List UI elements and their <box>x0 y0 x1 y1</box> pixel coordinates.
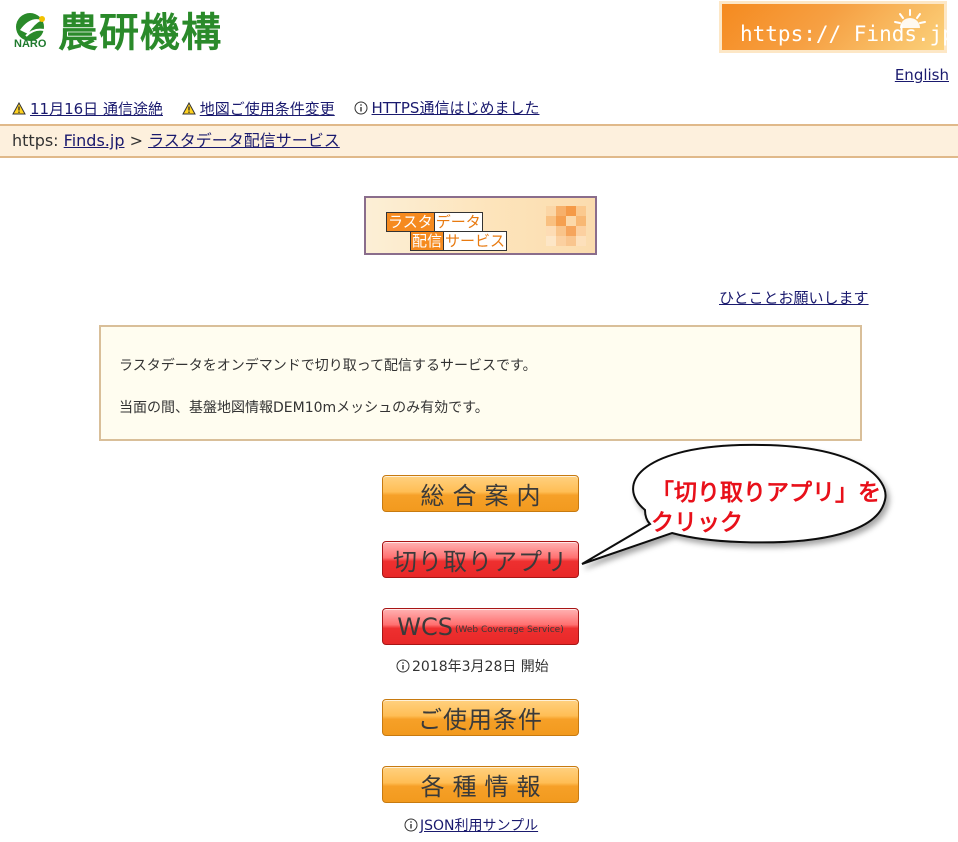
general-guide-label: 総合案内 <box>420 482 549 510</box>
various-info-label: 各種情報 <box>420 773 549 801</box>
callout-line-1: 「切り取りアプリ」を <box>651 480 881 506</box>
callout-text: 「切り取りアプリ」を クリック <box>651 478 881 538</box>
notice-bar: 11月16日 通信途絶 地図ご使用条件変更 HTTPS通信はじめました <box>12 97 553 119</box>
info-icon <box>396 659 410 673</box>
notice-comm-outage-label[interactable]: 11月16日 通信途絶 <box>30 98 163 119</box>
description-line-1: ラスタデータをオンデマンドで切り取って配信するサービスです。 <box>119 358 537 374</box>
naro-subtitle: NARO <box>14 38 47 50</box>
breadcrumb-current-link[interactable]: ラスタデータ配信サービス <box>148 131 340 150</box>
json-sample-link[interactable]: JSON利用サンプル <box>420 815 538 835</box>
logo-chip-raster: ラスタ <box>386 212 435 232</box>
wcs-sublabel: (Web Coverage Service) <box>454 624 564 635</box>
wcs-start-note: 2018年3月28日 開始 <box>396 656 549 676</box>
logo-chip-service: サービス <box>443 231 508 251</box>
terms-of-use-button[interactable]: ご使用条件 <box>382 699 579 736</box>
breadcrumb: https: Finds.jp > ラスタデータ配信サービス <box>0 124 958 158</box>
service-description-box: ラスタデータをオンデマンドで切り取って配信するサービスです。 当面の間、基盤地図… <box>99 325 862 441</box>
breadcrumb-prefix: https: <box>12 131 59 150</box>
cut-app-button[interactable]: 切り取りアプリ <box>382 541 579 578</box>
callout-line-2: クリック <box>651 510 743 536</box>
logo-chip-delivery: 配信 <box>410 231 445 251</box>
notice-https[interactable]: HTTPS通信はじめました <box>354 97 540 118</box>
finds-banner-text: https:// Finds.jp <box>740 22 955 46</box>
naro-logo: NARO 農研機構 <box>12 4 252 56</box>
notice-https-label[interactable]: HTTPS通信はじめました <box>372 97 540 118</box>
notice-map-terms-label[interactable]: 地図ご使用条件変更 <box>200 98 335 119</box>
notice-map-terms[interactable]: 地図ご使用条件変更 <box>181 98 335 119</box>
info-icon <box>404 818 418 832</box>
wcs-button[interactable]: WCS (Web Coverage Service) <box>382 608 579 645</box>
feedback-link[interactable]: ひとことお願いします <box>719 287 869 308</box>
description-line-2: 当面の間、基盤地図情報DEM10mメッシュのみ有効です。 <box>119 400 489 416</box>
wcs-label: WCS <box>397 612 453 641</box>
warning-icon <box>12 101 26 114</box>
notice-comm-outage[interactable]: 11月16日 通信途絶 <box>12 98 163 119</box>
finds-banner[interactable]: https:// Finds.jp <box>722 4 955 50</box>
english-link[interactable]: English <box>895 66 949 84</box>
info-icon <box>354 101 368 114</box>
cut-app-label: 切り取りアプリ <box>393 548 568 576</box>
warning-icon <box>181 101 196 114</box>
breadcrumb-separator: > <box>129 131 143 150</box>
wcs-start-text: 2018年3月28日 開始 <box>412 659 549 675</box>
raster-service-logo: ラスタ データ 配信 サービス <box>364 196 597 255</box>
general-guide-button[interactable]: 総合案内 <box>382 475 579 512</box>
json-sample-note[interactable]: JSON利用サンプル <box>404 815 538 835</box>
breadcrumb-home-link[interactable]: Finds.jp <box>64 131 125 150</box>
terms-of-use-label: ご使用条件 <box>418 706 543 734</box>
logo-chip-data: データ <box>433 212 483 232</box>
various-info-button[interactable]: 各種情報 <box>382 766 579 803</box>
pixel-grid-icon <box>546 206 586 246</box>
org-name: 農研機構 <box>58 10 222 56</box>
